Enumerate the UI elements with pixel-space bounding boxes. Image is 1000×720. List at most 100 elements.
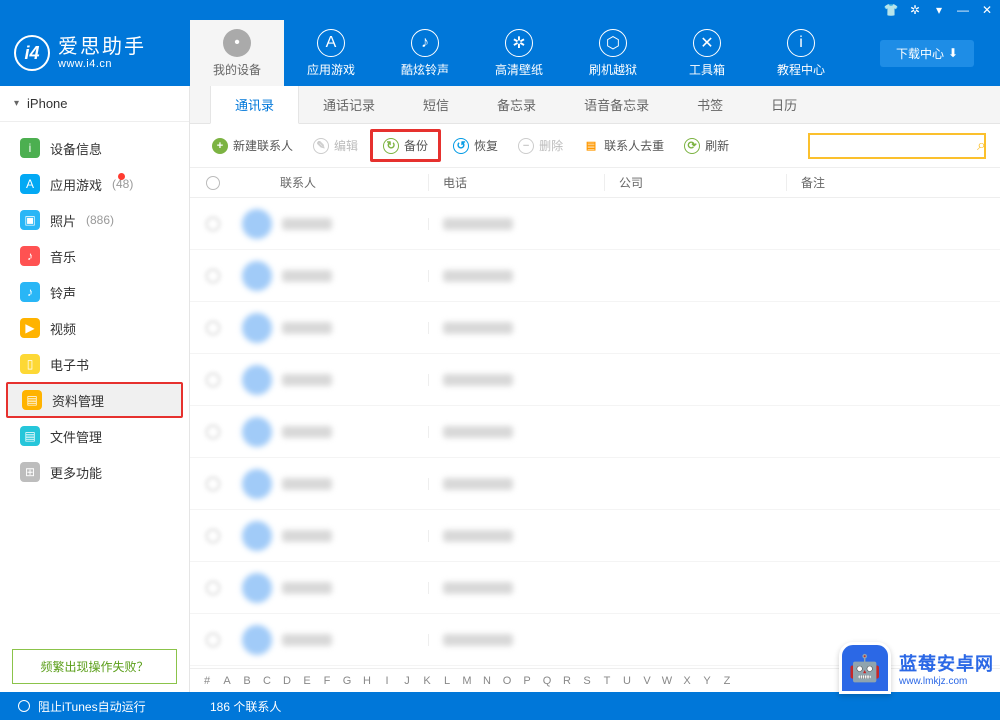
alpha-M[interactable]: M <box>460 675 474 687</box>
table-row[interactable] <box>190 302 1000 354</box>
row-checkbox[interactable] <box>206 581 220 595</box>
delete-button[interactable]: −删除 <box>510 134 571 157</box>
nav-item-0[interactable]: •我的设备 <box>190 20 284 86</box>
sidebar-item-3[interactable]: ♪音乐 <box>0 238 189 274</box>
table-row[interactable] <box>190 562 1000 614</box>
row-checkbox[interactable] <box>206 633 220 647</box>
alpha-Y[interactable]: Y <box>700 675 714 687</box>
alpha-E[interactable]: E <box>300 675 314 687</box>
row-checkbox[interactable] <box>206 477 220 491</box>
gear-icon[interactable]: ✲ <box>908 3 922 17</box>
alpha-Z[interactable]: Z <box>720 675 734 687</box>
new-contact-button[interactable]: +新建联系人 <box>204 134 301 157</box>
tab-1[interactable]: 通话记录 <box>299 86 399 123</box>
alpha-O[interactable]: O <box>500 675 514 687</box>
alpha-W[interactable]: W <box>660 675 674 687</box>
nav-item-4[interactable]: ⬡刷机越狱 <box>566 20 660 86</box>
tab-4[interactable]: 语音备忘录 <box>560 86 673 123</box>
download-icon: ⬇ <box>948 46 958 60</box>
alpha-G[interactable]: G <box>340 675 354 687</box>
sidebar-icon: ▶ <box>20 318 40 338</box>
row-checkbox[interactable] <box>206 321 220 335</box>
alpha-Q[interactable]: Q <box>540 675 554 687</box>
itunes-toggle[interactable]: 阻止iTunes自动运行 <box>0 698 190 715</box>
tab-0[interactable]: 通讯录 <box>210 86 299 124</box>
alpha-K[interactable]: K <box>420 675 434 687</box>
col-contact[interactable]: 联系人 <box>236 174 428 191</box>
search-box[interactable]: ⌕ <box>808 133 986 159</box>
sidebar-item-5[interactable]: ▶视频 <box>0 310 189 346</box>
alpha-T[interactable]: T <box>600 675 614 687</box>
table-row[interactable] <box>190 198 1000 250</box>
backup-button[interactable]: ↻备份 <box>370 129 441 162</box>
alpha-X[interactable]: X <box>680 675 694 687</box>
sidebar-icon: ▯ <box>20 354 40 374</box>
row-checkbox[interactable] <box>206 529 220 543</box>
alpha-B[interactable]: B <box>240 675 254 687</box>
dedupe-button[interactable]: ▤联系人去重 <box>575 134 672 157</box>
close-icon[interactable]: ✕ <box>980 3 994 17</box>
alpha-V[interactable]: V <box>640 675 654 687</box>
device-selector[interactable]: iPhone <box>0 86 189 122</box>
sidebar-item-9[interactable]: ⊞更多功能 <box>0 454 189 490</box>
sidebar-item-6[interactable]: ▯电子书 <box>0 346 189 382</box>
alpha-F[interactable]: F <box>320 675 334 687</box>
alpha-S[interactable]: S <box>580 675 594 687</box>
alpha-C[interactable]: C <box>260 675 274 687</box>
alpha-L[interactable]: L <box>440 675 454 687</box>
tab-6[interactable]: 日历 <box>747 86 821 123</box>
sidebar-item-0[interactable]: i设备信息 <box>0 130 189 166</box>
restore-button[interactable]: ↺恢复 <box>445 134 506 157</box>
nav-item-6[interactable]: i教程中心 <box>754 20 848 86</box>
refresh-button[interactable]: ⟳刷新 <box>676 134 737 157</box>
alpha-#[interactable]: # <box>200 675 214 687</box>
sidebar-icon: ♪ <box>20 282 40 302</box>
table-row[interactable] <box>190 458 1000 510</box>
row-checkbox[interactable] <box>206 373 220 387</box>
nav-item-2[interactable]: ♪酷炫铃声 <box>378 20 472 86</box>
row-checkbox[interactable] <box>206 269 220 283</box>
alpha-A[interactable]: A <box>220 675 234 687</box>
sidebar-item-8[interactable]: ▤文件管理 <box>0 418 189 454</box>
apple-icon: • <box>223 29 251 57</box>
download-center-button[interactable]: 下载中心⬇ <box>880 40 974 67</box>
shirt-icon[interactable]: 👕 <box>884 3 898 17</box>
table-row[interactable] <box>190 250 1000 302</box>
nav-item-1[interactable]: A应用游戏 <box>284 20 378 86</box>
avatar <box>242 365 272 395</box>
table-row[interactable] <box>190 406 1000 458</box>
tab-5[interactable]: 书签 <box>673 86 747 123</box>
col-note[interactable]: 备注 <box>786 174 1000 191</box>
alpha-I[interactable]: I <box>380 675 394 687</box>
tab-2[interactable]: 短信 <box>399 86 473 123</box>
col-company[interactable]: 公司 <box>604 174 786 191</box>
minimize-icon[interactable]: — <box>956 3 970 17</box>
alpha-D[interactable]: D <box>280 675 294 687</box>
select-all-checkbox[interactable] <box>206 176 220 190</box>
nav-item-3[interactable]: ✲高清壁纸 <box>472 20 566 86</box>
alpha-H[interactable]: H <box>360 675 374 687</box>
alpha-R[interactable]: R <box>560 675 574 687</box>
nav-item-5[interactable]: ✕工具箱 <box>660 20 754 86</box>
sidebar-help-link[interactable]: 频繁出现操作失败？ <box>12 649 177 684</box>
sidebar-item-1[interactable]: A应用游戏(48) <box>0 166 189 202</box>
sidebar-item-4[interactable]: ♪铃声 <box>0 274 189 310</box>
row-checkbox[interactable] <box>206 217 220 231</box>
alpha-J[interactable]: J <box>400 675 414 687</box>
edit-button[interactable]: ✎编辑 <box>305 134 366 157</box>
row-checkbox[interactable] <box>206 425 220 439</box>
alpha-U[interactable]: U <box>620 675 634 687</box>
search-input[interactable] <box>810 139 977 153</box>
tab-3[interactable]: 备忘录 <box>473 86 560 123</box>
col-phone[interactable]: 电话 <box>428 174 604 191</box>
table-row[interactable] <box>190 354 1000 406</box>
sidebar-item-2[interactable]: ▣照片(886) <box>0 202 189 238</box>
sidebar-item-7[interactable]: ▤资料管理 <box>6 382 183 418</box>
search-icon[interactable]: ⌕ <box>977 137 986 155</box>
alpha-P[interactable]: P <box>520 675 534 687</box>
plus-icon: + <box>212 138 228 154</box>
table-row[interactable] <box>190 510 1000 562</box>
alpha-N[interactable]: N <box>480 675 494 687</box>
dropdown-icon[interactable]: ▾ <box>932 3 946 17</box>
table-header: 联系人 电话 公司 备注 <box>190 168 1000 198</box>
